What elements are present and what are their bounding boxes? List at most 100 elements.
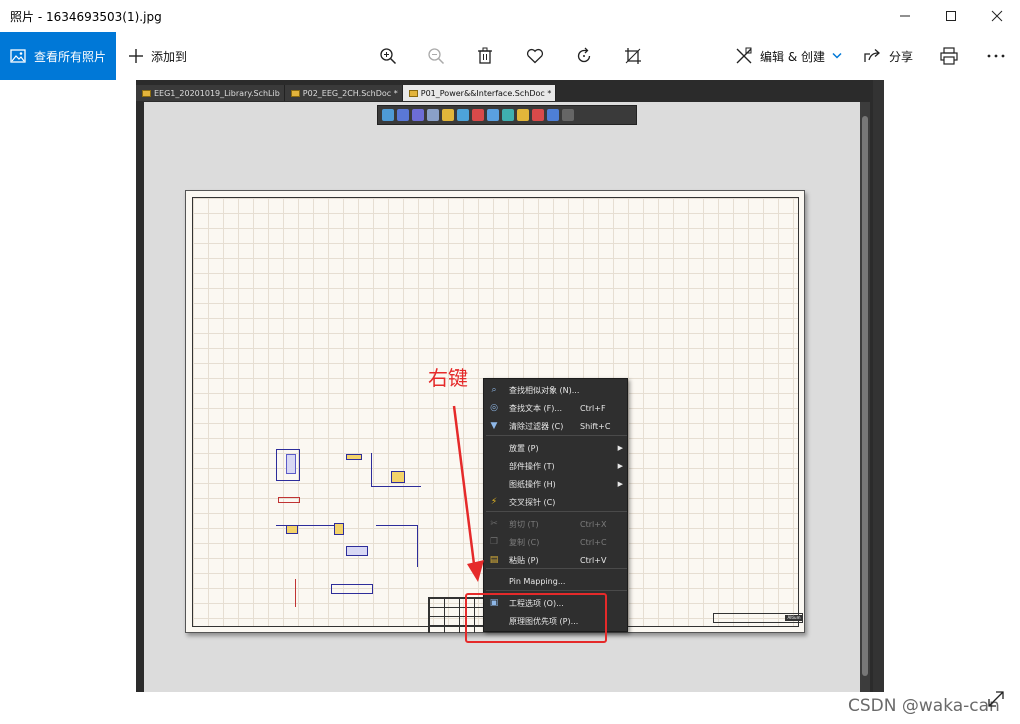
- minimize-button[interactable]: [882, 0, 928, 32]
- context-menu-label: 放置 (P): [509, 443, 539, 453]
- photo-gallery-icon: [10, 49, 26, 63]
- crop-button[interactable]: [613, 32, 653, 80]
- align-icon[interactable]: [427, 109, 439, 121]
- schematic-component[interactable]: [278, 497, 300, 503]
- edit-create-icon: [736, 47, 752, 64]
- bus-icon[interactable]: [487, 109, 499, 121]
- delete-icon: [478, 47, 492, 64]
- arc-icon[interactable]: [562, 109, 574, 121]
- annotation-right-click: 右键: [428, 366, 468, 390]
- shortcut-label: Shift+C: [580, 421, 611, 431]
- context-menu-label: 剪切 (T): [509, 519, 539, 529]
- context-menu-item[interactable]: ▼ 清除过滤器 (C) Shift+C: [484, 417, 629, 435]
- context-menu-item[interactable]: ⌕ 查找相似对象 (N)...: [484, 381, 629, 399]
- vertical-scrollbar[interactable]: [860, 102, 870, 692]
- schematic-component[interactable]: [286, 454, 296, 474]
- context-menu-item[interactable]: 放置 (P) ▶: [484, 439, 629, 457]
- view-all-photos-button[interactable]: 查看所有照片: [0, 32, 116, 80]
- schematic-component[interactable]: [346, 454, 362, 460]
- menu-separator: [486, 435, 627, 436]
- fullscreen-button[interactable]: [985, 688, 1007, 710]
- context-menu-label: 清除过滤器 (C): [509, 421, 564, 431]
- context-menu-item[interactable]: ▤ 粘贴 (P) Ctrl+V: [484, 551, 629, 569]
- shortcut-label: Ctrl+X: [580, 519, 607, 529]
- schematic-component[interactable]: [331, 584, 373, 594]
- zoom-in-icon: [380, 48, 397, 65]
- part-icon[interactable]: [442, 109, 454, 121]
- window-title: 照片 - 1634693503(1).jpg: [10, 10, 162, 24]
- properties-panel-edge: [873, 80, 884, 692]
- schematic-component[interactable]: [334, 523, 344, 535]
- schematic-component[interactable]: [286, 525, 298, 534]
- directive-icon[interactable]: [532, 109, 544, 121]
- zoom-out-icon: [428, 48, 445, 65]
- zoom-out-button[interactable]: [416, 32, 456, 80]
- minimize-icon: [900, 15, 910, 17]
- move-icon[interactable]: [397, 109, 409, 121]
- context-menu-label: 粘贴 (P): [509, 555, 539, 565]
- filter-icon[interactable]: [382, 109, 394, 121]
- altium-logo: Altium: [785, 615, 803, 621]
- annotation-arrow: [452, 405, 484, 582]
- edit-create-button[interactable]: 编辑 & 创建: [735, 32, 842, 80]
- context-menu-item[interactable]: ✂ 剪切 (T) Ctrl+X: [484, 515, 629, 533]
- context-menu-item[interactable]: 图纸操作 (H) ▶: [484, 475, 629, 493]
- zoom-in-button[interactable]: [368, 32, 408, 80]
- schematic-component[interactable]: [346, 546, 368, 556]
- rotate-button[interactable]: [564, 32, 604, 80]
- schematic-active-bar: [377, 105, 637, 125]
- menu-separator: [486, 590, 627, 591]
- wire-icon[interactable]: [457, 109, 469, 121]
- schematic-wiring: [376, 525, 418, 567]
- shortcut-label: Ctrl+C: [580, 537, 607, 547]
- delete-button[interactable]: [465, 32, 505, 80]
- shortcut-label: Ctrl+F: [580, 403, 606, 413]
- tab-p01-power-interface[interactable]: P01_Power&&Interface.SchDoc *: [402, 85, 557, 101]
- title-bar: 照片 - 1634693503(1).jpg: [0, 0, 1020, 32]
- add-to-button[interactable]: 添加到: [128, 32, 187, 80]
- chevron-down-icon: [832, 52, 842, 59]
- plus-icon: [129, 49, 143, 63]
- context-menu-item[interactable]: ❐ 复制 (C) Ctrl+C: [484, 533, 629, 551]
- submenu-arrow-icon: ▶: [617, 462, 623, 470]
- context-menu-item[interactable]: 部件操作 (T) ▶: [484, 457, 629, 475]
- text-icon[interactable]: [547, 109, 559, 121]
- close-button[interactable]: [974, 0, 1020, 32]
- maximize-button[interactable]: [928, 0, 974, 32]
- menu-separator: [486, 568, 627, 569]
- power-port-icon[interactable]: [472, 109, 484, 121]
- more-options-button[interactable]: [976, 32, 1016, 80]
- shortcut-label: Ctrl+V: [580, 555, 607, 565]
- menu-separator: [486, 511, 627, 512]
- print-button[interactable]: [929, 32, 969, 80]
- watermark: CSDN @waka-can: [848, 696, 1000, 716]
- print-icon: [940, 47, 958, 65]
- scrollbar-thumb[interactable]: [862, 116, 868, 676]
- tab-p02-eeg[interactable]: P02_EEG_2CH.SchDoc *: [284, 85, 403, 101]
- tab-schlib[interactable]: EEG1_20201019_Library.SchLib: [136, 85, 285, 101]
- select-icon[interactable]: [412, 109, 424, 121]
- favorite-button[interactable]: [515, 32, 555, 80]
- port-icon[interactable]: [517, 109, 529, 121]
- context-menu-label: 交叉探针 (C): [509, 497, 556, 507]
- context-menu-item[interactable]: ⚡ 交叉探针 (C): [484, 493, 629, 511]
- share-button[interactable]: 分享: [864, 32, 913, 80]
- schematic-wiring: [284, 579, 296, 607]
- context-menu-item[interactable]: Pin Mapping...: [484, 572, 629, 590]
- tab-label: P01_Power&&Interface.SchDoc *: [420, 88, 552, 98]
- add-to-label: 添加到: [151, 49, 188, 64]
- context-menu-label: 图纸操作 (H): [509, 479, 556, 489]
- favorite-icon: [526, 48, 544, 64]
- context-menu-label: Pin Mapping...: [509, 576, 566, 586]
- context-menu-item[interactable]: ◎ 查找文本 (F)... Ctrl+F: [484, 399, 629, 417]
- file-icon: [142, 89, 151, 97]
- harness-icon[interactable]: [502, 109, 514, 121]
- maximize-icon: [946, 11, 956, 21]
- view-all-photos-label: 查看所有照片: [34, 49, 107, 64]
- rotate-icon: [577, 47, 591, 63]
- file-icon: [408, 89, 418, 97]
- file-icon: [290, 89, 300, 97]
- context-menu-label: 部件操作 (T): [509, 461, 555, 471]
- schematic-component[interactable]: [391, 471, 405, 483]
- expand-icon: [988, 691, 1004, 707]
